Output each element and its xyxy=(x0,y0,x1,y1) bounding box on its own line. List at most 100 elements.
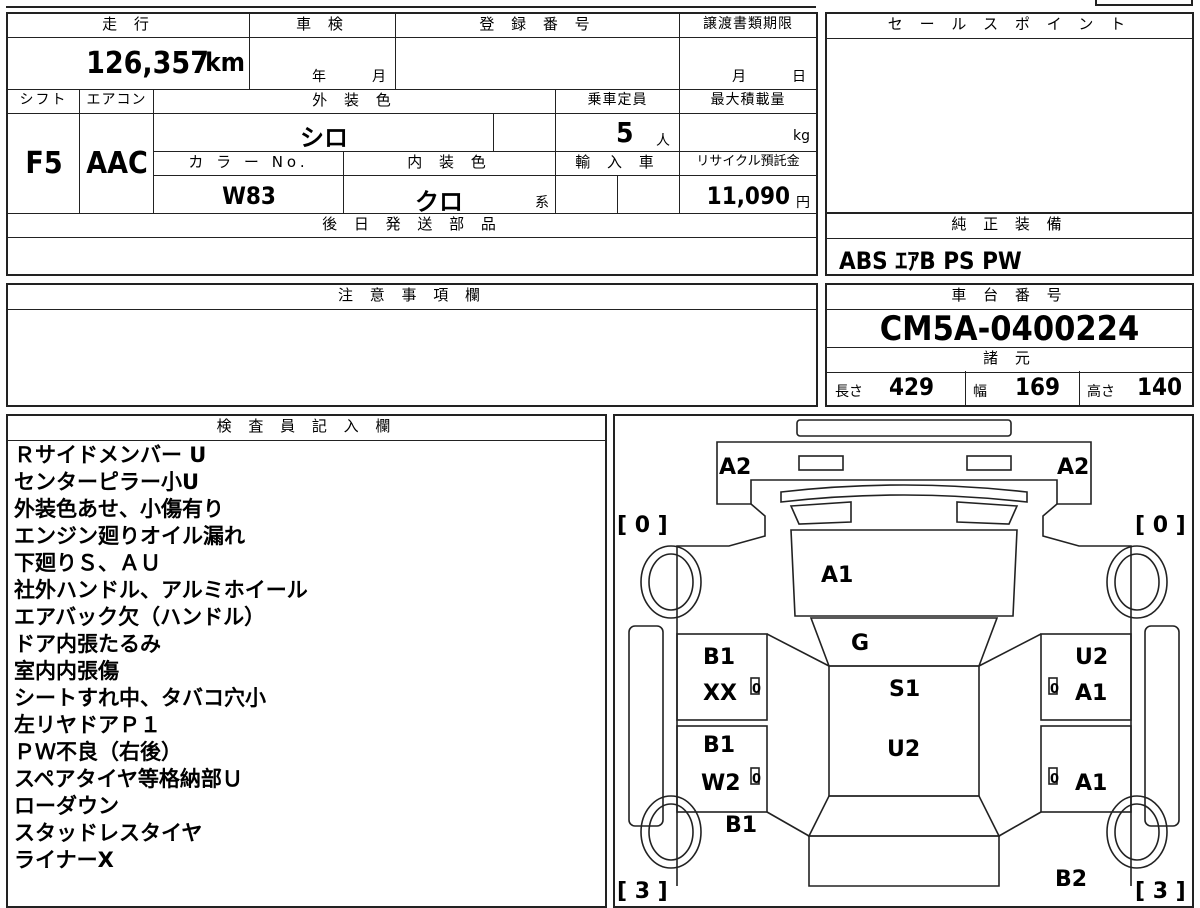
windshield xyxy=(809,617,999,667)
rear-window xyxy=(807,795,1001,837)
remark-line: ライナーX xyxy=(14,848,114,872)
color-no-value: W83 xyxy=(222,182,276,210)
fog-right xyxy=(956,501,1019,525)
inspector-remarks: Ｒサイドメンバー U センターピラー小U 外装色あせ、小傷有り エンジン廻りオイル漏れ… xyxy=(14,442,308,874)
front-left-code: A2 xyxy=(719,455,751,480)
transfer-month: 月 xyxy=(732,69,746,85)
import-cell-1 xyxy=(556,176,618,214)
top-strip xyxy=(6,0,816,8)
car-diagram-box: [ 0 ] [ 0 ] [ 3 ] [ 3 ] A2 A2 A1 G S1 U2… xyxy=(613,414,1194,908)
trunk xyxy=(808,835,1000,887)
wheel-rear-left xyxy=(640,795,702,869)
roof-lower-code: U2 xyxy=(887,737,920,762)
mileage-cell: 126,357 km xyxy=(8,38,250,90)
remark-line: シートすれ中、タバコ穴小 xyxy=(14,686,266,710)
tire-rl-label: [ 3 ] xyxy=(617,879,668,904)
car-diagram: [ 0 ] [ 0 ] [ 3 ] [ 3 ] A2 A2 A1 G S1 U2… xyxy=(617,419,1186,904)
remark-line: 下廻りＳ、ＡＵ xyxy=(14,551,161,575)
left-front-door-code-1: B1 xyxy=(703,645,735,670)
remark-line: 外装色あせ、小傷有り xyxy=(14,497,224,521)
ac-cell: AAC xyxy=(80,114,154,214)
left-rear-quarter-code: B1 xyxy=(725,813,757,838)
remark-line: Ｒサイドメンバー U xyxy=(14,443,207,467)
mileage-unit: km xyxy=(205,48,245,78)
transfer-day: 日 xyxy=(792,69,806,85)
tire-rr-label: [ 3 ] xyxy=(1135,879,1186,904)
left-front-door-code-2: XX xyxy=(703,681,737,706)
max-load-cell: kg xyxy=(680,114,816,152)
wheel-rear-right xyxy=(1106,795,1168,869)
exterior-header: 外 装 色 xyxy=(154,90,556,114)
front-right-code: A2 xyxy=(1057,455,1089,480)
specs-row: 長さ 429 幅 169 高さ 140 xyxy=(827,371,1192,405)
grille xyxy=(780,484,1028,503)
notes-header: 注 意 事 項 欄 xyxy=(8,285,816,310)
remark-line: スタッドレスタイヤ xyxy=(14,821,203,845)
recycle-cell: 11,090 円 xyxy=(680,176,816,214)
top-strip-right xyxy=(1095,0,1193,6)
registration-header: 登 録 番 号 xyxy=(396,14,680,38)
left-rear-door-code-2: W2 xyxy=(701,771,741,796)
chassis-number: CM5A-0400224 xyxy=(879,309,1140,349)
shift-header: シフト xyxy=(8,90,80,114)
color-no-header: カ ラ ー No. xyxy=(154,152,344,176)
fog-left xyxy=(789,501,852,525)
inspection-cell: 年 月 xyxy=(250,38,396,90)
mileage-header: 走 行 xyxy=(8,14,250,38)
parts-header: 後 日 発 送 部 品 xyxy=(8,214,816,238)
shift-value: F5 xyxy=(25,146,63,181)
ac-header: エアコン xyxy=(80,90,154,114)
max-load-unit: kg xyxy=(793,128,810,144)
hood-code: A1 xyxy=(821,563,853,588)
windshield-code: G xyxy=(851,631,869,656)
exterior-value: シロ xyxy=(300,124,348,152)
import-cell-2 xyxy=(618,176,680,214)
small-zero-2: 0 xyxy=(1050,682,1059,697)
remark-line: エンジン廻りオイル漏れ xyxy=(14,524,245,548)
spec-width-value: 169 xyxy=(1015,373,1061,401)
right-front-door-code-1: U2 xyxy=(1075,645,1108,670)
small-zero-4: 0 xyxy=(1050,772,1059,787)
tire-fr-label: [ 0 ] xyxy=(1135,513,1186,538)
spec-length: 長さ 429 xyxy=(827,371,966,405)
left-pillar-c xyxy=(766,811,810,837)
inspection-header: 車 検 xyxy=(250,14,396,38)
transfer-cell: 月 日 xyxy=(680,38,816,90)
spec-width: 幅 169 xyxy=(965,371,1080,405)
equipment-items: ABS ｴｱB PS PW xyxy=(839,247,1022,275)
headlight-left xyxy=(798,455,844,471)
right-pillar-a xyxy=(978,633,1042,667)
spec-height-value: 140 xyxy=(1137,373,1183,401)
mileage-value: 126,357 xyxy=(86,46,209,81)
spec-height-label: 高さ xyxy=(1087,384,1115,400)
roof-upper-code: S1 xyxy=(889,677,920,702)
interior-value: クロ xyxy=(415,188,463,214)
remark-line: スペアタイヤ等格納部Ｕ xyxy=(14,767,243,791)
small-zero-3: 0 xyxy=(752,772,761,787)
front-bumper-bar xyxy=(796,419,1012,437)
sale-points-box: セ ー ル ス ポ イ ン ト xyxy=(825,12,1194,214)
spec-length-label: 長さ xyxy=(835,384,863,400)
wheel-front-left-inner xyxy=(648,553,694,611)
right-pillar-c xyxy=(998,811,1042,837)
wheel-rear-right-inner xyxy=(1114,803,1160,861)
tire-fl-label: [ 0 ] xyxy=(617,513,668,538)
sale-points-header: セ ー ル ス ポ イ ン ト xyxy=(827,14,1192,39)
color-no-cell: W83 xyxy=(154,176,344,214)
remark-line: ローダウン xyxy=(14,794,119,818)
remark-line: 室内内張傷 xyxy=(14,659,119,683)
month-label: 月 xyxy=(372,69,386,85)
capacity-unit: 人 xyxy=(656,133,670,149)
remark-line: 社外ハンドル、アルミホイール xyxy=(14,578,308,602)
spec-height: 高さ 140 xyxy=(1079,371,1192,405)
interior-suffix: 系 xyxy=(535,195,549,211)
wheel-front-left xyxy=(640,545,702,619)
parts-cell xyxy=(8,238,816,274)
right-rear-door-code: A1 xyxy=(1075,771,1107,796)
remark-line: エアバック欠（ハンドル） xyxy=(14,605,266,629)
right-rear-door xyxy=(1040,725,1132,813)
interior-header: 内 装 色 xyxy=(344,152,556,176)
notes-box: 注 意 事 項 欄 xyxy=(6,283,818,407)
interior-cell: クロ 系 xyxy=(344,176,556,214)
left-rear-door-code-1: B1 xyxy=(703,733,735,758)
